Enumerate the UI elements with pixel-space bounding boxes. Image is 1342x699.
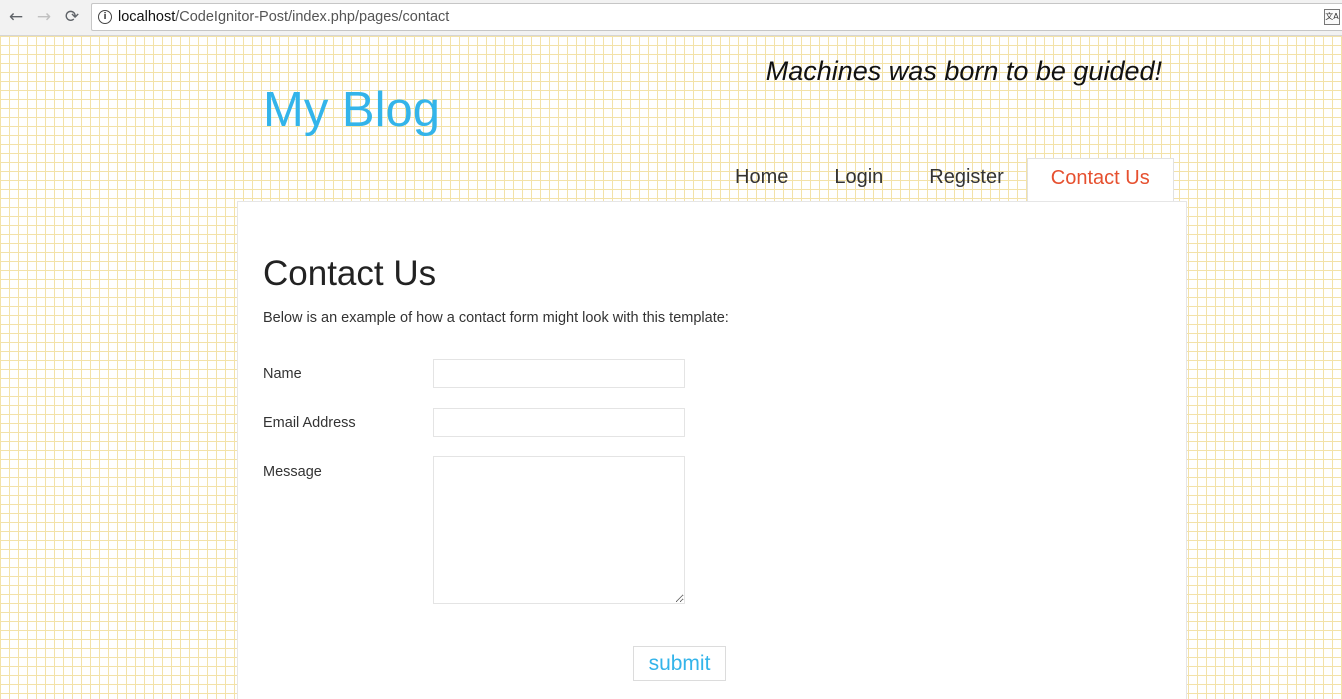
url-path: /CodeIgnitor-Post/index.php/pages/contac… — [175, 9, 450, 25]
site-title[interactable]: My Blog — [263, 82, 440, 138]
nav-item-contact-us[interactable]: Contact Us — [1026, 158, 1174, 203]
email-input[interactable] — [433, 408, 685, 437]
submit-button[interactable]: submit — [633, 646, 726, 681]
nav-item-register[interactable]: Register — [906, 158, 1026, 202]
name-input[interactable] — [433, 359, 685, 388]
main-nav: Home Login Register Contact Us — [712, 158, 1174, 203]
message-textarea[interactable] — [433, 456, 685, 604]
forward-arrow-icon[interactable]: → — [33, 6, 55, 28]
reload-icon[interactable]: ⟳ — [61, 6, 83, 28]
browser-toolbar: ← → ⟳ i localhost/CodeIgnitor-Post/index… — [0, 0, 1342, 36]
intro-text: Below is an example of how a contact for… — [263, 310, 729, 326]
content-panel: Contact Us Below is an example of how a … — [237, 201, 1187, 699]
url-text[interactable]: localhost/CodeIgnitor-Post/index.php/pag… — [118, 4, 449, 30]
address-bar[interactable]: i localhost/CodeIgnitor-Post/index.php/p… — [91, 3, 1342, 31]
nav-item-login[interactable]: Login — [811, 158, 906, 202]
translate-icon[interactable]: 文A — [1324, 9, 1340, 25]
email-label: Email Address — [263, 415, 356, 431]
message-label: Message — [263, 464, 322, 480]
url-host: localhost — [118, 9, 176, 25]
name-label: Name — [263, 366, 302, 382]
site-tagline: Machines was born to be guided! — [765, 56, 1162, 86]
info-icon[interactable]: i — [98, 10, 112, 24]
back-arrow-icon[interactable]: ← — [5, 6, 27, 28]
nav-item-home[interactable]: Home — [712, 158, 811, 202]
page-background: Machines was born to be guided! My Blog … — [0, 36, 1342, 699]
page-heading: Contact Us — [263, 254, 437, 293]
